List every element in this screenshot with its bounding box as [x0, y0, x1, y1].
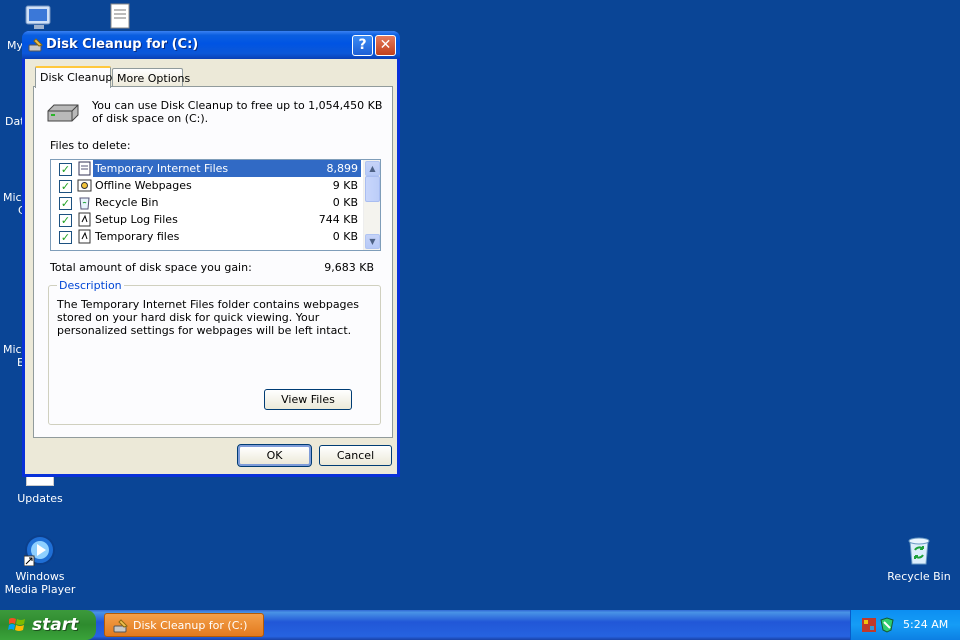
ok-button[interactable]: OK	[237, 444, 312, 467]
scroll-up-button[interactable]: ▲	[365, 161, 380, 176]
file-size: 0 KB	[332, 196, 358, 209]
updates-icon	[26, 476, 54, 486]
taskbar: start Disk Cleanup for (C:) 5:24 AM	[0, 610, 960, 640]
file-size: 9 KB	[332, 179, 358, 192]
checkbox[interactable]: ✓	[59, 163, 72, 176]
intro-text: You can use Disk Cleanup to free up to 1…	[92, 99, 383, 125]
files-to-delete-label: Files to delete:	[50, 139, 131, 152]
media-player-icon	[23, 534, 56, 567]
clock[interactable]: 5:24 AM	[903, 618, 948, 631]
desktop-icon-updates[interactable]: Updates	[0, 476, 80, 505]
view-files-button[interactable]: View Files	[264, 389, 352, 410]
list-item[interactable]: ✓ Temporary Internet Files 8,899 KB	[51, 160, 364, 188]
system-tray: 5:24 AM	[850, 610, 960, 640]
total-space-value: 9,683 KB	[324, 261, 374, 274]
start-button[interactable]: start	[0, 610, 96, 640]
disk-cleanup-icon	[28, 38, 43, 52]
total-space-label: Total amount of disk space you gain:	[50, 261, 252, 274]
tray-app-icon[interactable]	[861, 617, 877, 633]
desktop-icon-my-computer[interactable]	[22, 4, 56, 34]
taskbar-item-label: Disk Cleanup for (C:)	[133, 619, 248, 632]
windows-flag-icon	[8, 618, 25, 631]
file-size: 8,899 KB	[313, 160, 361, 188]
checkbox[interactable]: ✓	[59, 231, 72, 244]
file-size: 0 KB	[332, 230, 358, 243]
computer-icon	[25, 5, 51, 29]
offline-icon	[77, 179, 92, 192]
start-label: start	[32, 615, 79, 635]
vertical-scrollbar[interactable]: ▲ ▼	[363, 160, 380, 250]
file-name: Recycle Bin	[95, 196, 159, 209]
close-button[interactable]: ✕	[375, 35, 396, 56]
help-button[interactable]: ?	[352, 35, 373, 56]
title-bar[interactable]: Disk Cleanup for (C:) ? ✕	[22, 31, 400, 59]
file-size: 744 KB	[318, 213, 358, 226]
window-title: Disk Cleanup for (C:)	[46, 37, 199, 52]
hard-disk-icon	[47, 104, 79, 122]
description-text: The Temporary Internet Files folder cont…	[57, 298, 360, 337]
desktop-icon-notepad[interactable]	[108, 2, 132, 30]
recycle-bin-icon	[903, 534, 935, 566]
disk-cleanup-panel: You can use Disk Cleanup to free up to 1…	[33, 86, 393, 438]
disk-cleanup-window: Disk Cleanup for (C:) ? ✕ Disk Cleanup M…	[22, 31, 400, 477]
file-name: Temporary Internet Files	[93, 160, 323, 177]
list-item[interactable]: ✓ Temporary files 0 KB	[51, 228, 364, 245]
file-name: Setup Log Files	[95, 213, 178, 226]
list-item[interactable]: ✓ Recycle Bin 0 KB	[51, 194, 364, 211]
file-name: Offline Webpages	[95, 179, 192, 192]
notepad-icon	[110, 3, 130, 29]
checkbox[interactable]: ✓	[59, 214, 72, 227]
desktop-label-updates: Updates	[17, 492, 63, 505]
security-shield-icon[interactable]	[879, 617, 895, 633]
description-legend: Description	[57, 279, 124, 292]
tab-more-options[interactable]: More Options	[112, 68, 190, 87]
desktop-icon-wmp[interactable]: Windows Media Player	[0, 534, 80, 596]
scroll-down-button[interactable]: ▼	[365, 234, 380, 249]
taskbar-item-disk-cleanup[interactable]: Disk Cleanup for (C:)	[104, 613, 264, 637]
disk-cleanup-icon	[113, 619, 128, 633]
file-name: Temporary files	[95, 230, 180, 243]
desktop-label-wmp: Windows Media Player	[4, 570, 76, 596]
checkbox[interactable]: ✓	[59, 197, 72, 210]
document-icon	[78, 161, 91, 176]
cancel-button[interactable]: Cancel	[319, 445, 392, 466]
files-listbox[interactable]: ✓ Temporary Internet Files 8,899 KB ✓ Of…	[50, 159, 381, 251]
desktop-label-recycle-bin: Recycle Bin	[887, 570, 951, 583]
desktop-icon-recycle-bin[interactable]: Recycle Bin	[879, 534, 959, 583]
log-file-icon	[78, 212, 91, 227]
recycle-bin-icon	[79, 197, 90, 210]
list-item[interactable]: ✓ Offline Webpages 9 KB	[51, 177, 364, 194]
list-item[interactable]: ✓ Setup Log Files 744 KB	[51, 211, 364, 228]
scroll-thumb[interactable]	[365, 176, 380, 202]
checkbox[interactable]: ✓	[59, 180, 72, 193]
desktop-label-my: My	[7, 39, 24, 52]
temp-file-icon	[78, 229, 91, 244]
tab-disk-cleanup[interactable]: Disk Cleanup	[35, 66, 112, 88]
